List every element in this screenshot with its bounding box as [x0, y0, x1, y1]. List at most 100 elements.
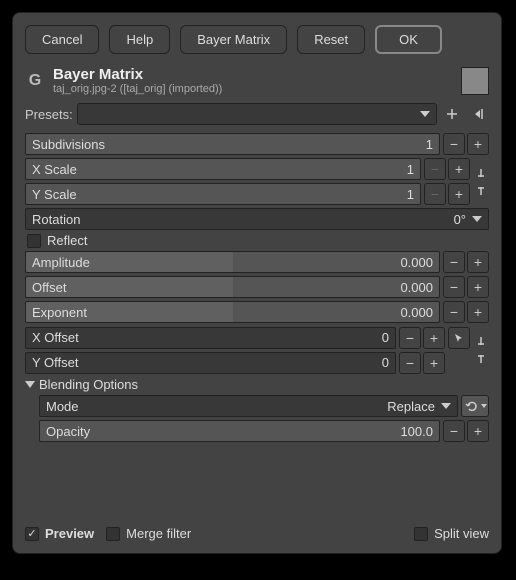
- reset-button[interactable]: Reset: [297, 25, 365, 54]
- amplitude-value: 0.000: [400, 255, 433, 270]
- increment-button[interactable]: +: [423, 352, 445, 374]
- link-scale-button[interactable]: [473, 166, 489, 198]
- rotation-dropdown[interactable]: Rotation 0°: [25, 208, 489, 230]
- gimp-icon: G: [25, 71, 45, 91]
- mode-label: Mode: [46, 399, 79, 414]
- rotation-label: Rotation: [32, 212, 80, 227]
- x-offset-value: 0: [382, 330, 389, 345]
- presets-dropdown[interactable]: [77, 103, 437, 125]
- mode-reset-button[interactable]: [461, 395, 489, 417]
- decrement-button[interactable]: −: [424, 158, 446, 180]
- increment-button[interactable]: +: [467, 301, 489, 323]
- chain-unlinked-icon: [475, 335, 487, 365]
- x-scale-slider[interactable]: X Scale 1: [25, 158, 421, 180]
- subdivisions-value: 1: [426, 137, 433, 152]
- decrement-button[interactable]: −: [443, 276, 465, 298]
- increment-button[interactable]: +: [423, 327, 445, 349]
- offset-slider[interactable]: Offset 0.000: [25, 276, 440, 298]
- link-offset-button[interactable]: [473, 326, 489, 374]
- decrement-button[interactable]: −: [443, 133, 465, 155]
- help-button[interactable]: Help: [109, 25, 170, 54]
- split-view-label: Split view: [434, 526, 489, 541]
- decrement-button[interactable]: −: [443, 420, 465, 442]
- blending-expander[interactable]: Blending Options: [25, 377, 489, 392]
- subdivisions-slider[interactable]: Subdivisions 1: [25, 133, 440, 155]
- amplitude-label: Amplitude: [32, 255, 90, 270]
- chain-unlinked-icon: [475, 167, 487, 197]
- opacity-value: 100.0: [400, 424, 433, 439]
- y-offset-input[interactable]: Y Offset 0: [25, 352, 396, 374]
- y-offset-value: 0: [382, 355, 389, 370]
- amplitude-slider[interactable]: Amplitude 0.000: [25, 251, 440, 273]
- mode-dropdown[interactable]: Mode Replace: [39, 395, 458, 417]
- dialog-buttons: Cancel Help Bayer Matrix Reset OK: [25, 25, 489, 54]
- exponent-value: 0.000: [400, 305, 433, 320]
- x-scale-value: 1: [407, 162, 414, 177]
- ok-button[interactable]: OK: [375, 25, 442, 54]
- exponent-label: Exponent: [32, 305, 87, 320]
- decrement-button[interactable]: −: [424, 183, 446, 205]
- subdivisions-label: Subdivisions: [32, 137, 105, 152]
- increment-button[interactable]: +: [448, 183, 470, 205]
- y-scale-stepper: − +: [424, 183, 470, 205]
- split-view-checkbox[interactable]: [414, 527, 428, 541]
- exponent-slider[interactable]: Exponent 0.000: [25, 301, 440, 323]
- opacity-stepper: − +: [443, 420, 489, 442]
- amplitude-stepper: − +: [443, 251, 489, 273]
- y-scale-value: 1: [407, 187, 414, 202]
- merge-filter-label: Merge filter: [126, 526, 191, 541]
- merge-filter-checkbox[interactable]: [106, 527, 120, 541]
- reset-icon: [463, 399, 479, 413]
- x-scale-stepper: − +: [424, 158, 470, 180]
- y-offset-label: Y Offset: [32, 355, 79, 370]
- cursor-icon: [453, 332, 465, 344]
- y-scale-slider[interactable]: Y Scale 1: [25, 183, 421, 205]
- offset-stepper: − +: [443, 276, 489, 298]
- reflect-label: Reflect: [47, 233, 87, 248]
- cancel-button[interactable]: Cancel: [25, 25, 99, 54]
- x-offset-label: X Offset: [32, 330, 79, 345]
- x-offset-stepper: − +: [399, 327, 445, 349]
- mode-value: Replace: [387, 399, 435, 414]
- opacity-label: Opacity: [46, 424, 90, 439]
- chevron-down-icon: [441, 403, 451, 409]
- x-scale-label: X Scale: [32, 162, 77, 177]
- increment-button[interactable]: +: [448, 158, 470, 180]
- preview-checkbox[interactable]: ✓: [25, 527, 39, 541]
- increment-button[interactable]: +: [467, 251, 489, 273]
- decrement-button[interactable]: −: [443, 251, 465, 273]
- increment-button[interactable]: +: [467, 276, 489, 298]
- menu-left-icon: [471, 107, 485, 121]
- filter-name-button[interactable]: Bayer Matrix: [180, 25, 287, 54]
- x-offset-input[interactable]: X Offset 0: [25, 327, 396, 349]
- decrement-button[interactable]: −: [399, 327, 421, 349]
- chevron-down-icon: [481, 404, 487, 408]
- y-scale-label: Y Scale: [32, 187, 77, 202]
- presets-label: Presets:: [25, 107, 73, 122]
- plus-icon: [445, 107, 459, 121]
- dialog-subtitle: taj_orig.jpg-2 ([taj_orig] (imported)): [53, 83, 453, 95]
- decrement-button[interactable]: −: [443, 301, 465, 323]
- offset-value: 0.000: [400, 280, 433, 295]
- header: G Bayer Matrix taj_orig.jpg-2 ([taj_orig…: [25, 66, 489, 95]
- reflect-checkbox[interactable]: [27, 234, 41, 248]
- manage-presets-button[interactable]: [467, 103, 489, 125]
- preview-label: Preview: [45, 526, 94, 541]
- exponent-stepper: − +: [443, 301, 489, 323]
- preview-swatch[interactable]: [461, 67, 489, 95]
- chevron-down-icon: [420, 111, 430, 117]
- add-preset-button[interactable]: [441, 103, 463, 125]
- dialog-title: Bayer Matrix: [53, 66, 453, 83]
- pick-coords-button[interactable]: [448, 327, 470, 349]
- offset-label: Offset: [32, 280, 66, 295]
- increment-button[interactable]: +: [467, 133, 489, 155]
- footer: ✓ Preview Merge filter Split view: [25, 520, 489, 541]
- chevron-down-icon: [472, 216, 482, 222]
- decrement-button[interactable]: −: [399, 352, 421, 374]
- opacity-slider[interactable]: Opacity 100.0: [39, 420, 440, 442]
- rotation-value: 0°: [454, 212, 466, 227]
- blending-title: Blending Options: [39, 377, 138, 392]
- subdivisions-stepper: − +: [443, 133, 489, 155]
- y-offset-stepper: − +: [399, 352, 445, 374]
- increment-button[interactable]: +: [467, 420, 489, 442]
